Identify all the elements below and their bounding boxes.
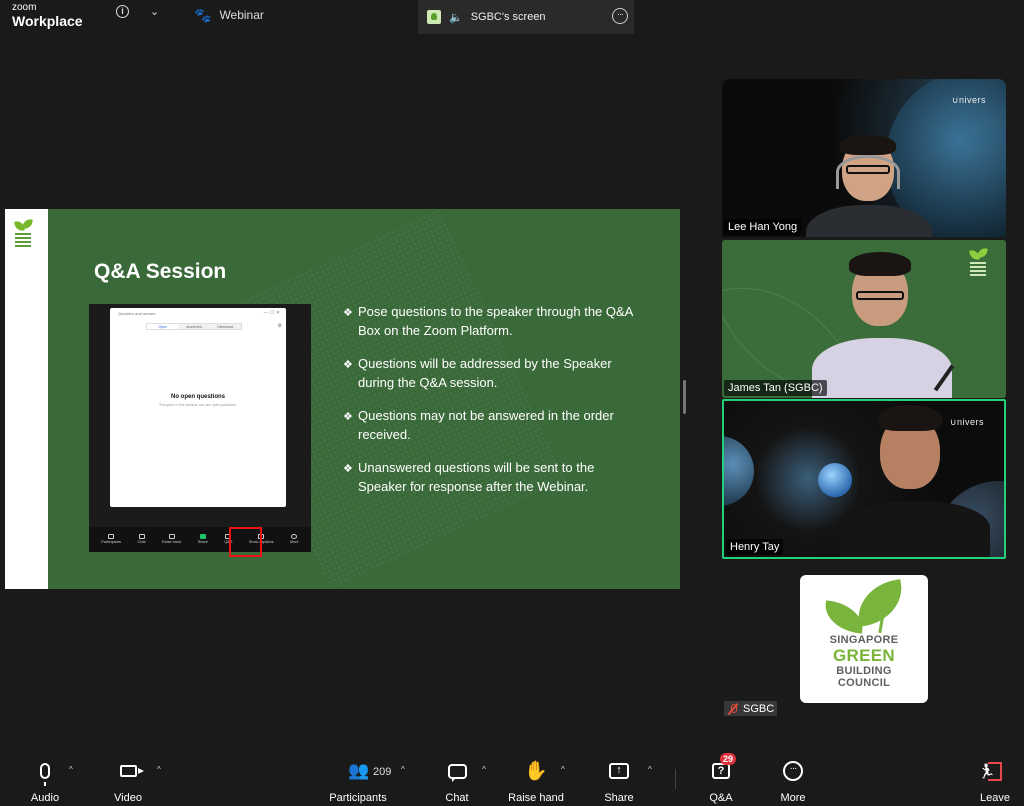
- participant-name: James Tan (SGBC): [724, 380, 827, 396]
- meeting-toolbar: Audio ^ Video ^ 👥 Participants 209 ^ Cha…: [0, 753, 1024, 806]
- participant-name: Lee Han Yong: [724, 219, 802, 235]
- qa-dialog: Question and answer — ☐ ✕ Open Answered …: [110, 308, 286, 507]
- window-controls: — ☐ ✕: [263, 310, 280, 316]
- chevron-down-icon[interactable]: ⌄: [150, 5, 159, 18]
- leave-door-icon: [988, 761, 1002, 781]
- raise-hand-icon: ✋: [524, 761, 548, 782]
- sgbc-corner-logo: [970, 248, 994, 278]
- share-button[interactable]: ↑ Share: [600, 759, 638, 804]
- slide-bullets: ❖ Pose questions to the speaker through t…: [343, 303, 643, 511]
- raise-hand-button[interactable]: ✋ Raise hand: [508, 759, 564, 804]
- embedded-participants: Participants: [101, 534, 121, 545]
- speaker-icon[interactable]: 🔈: [449, 11, 463, 24]
- audio-options-chevron-icon[interactable]: ^: [69, 765, 73, 774]
- leave-button[interactable]: Leave: [976, 759, 1014, 804]
- tab-webinar[interactable]: 🐾 Webinar: [194, 0, 264, 30]
- video-tile-lee-han-yong[interactable]: ∪nivers Lee Han Yong: [722, 79, 1006, 237]
- qa-count-badge: 29: [720, 753, 737, 765]
- sgbc-leaf-logo: [818, 579, 910, 634]
- audio-button[interactable]: Audio: [26, 759, 64, 804]
- embedded-more: More: [290, 534, 299, 545]
- chat-button[interactable]: Chat: [438, 759, 476, 804]
- slide-left-strip: [5, 209, 48, 589]
- video-options-chevron-icon[interactable]: ^: [157, 765, 161, 774]
- embedded-share: Share: [198, 534, 208, 545]
- embedded-toolbar: Participants Chat Raise hand Share Q&A S…: [89, 527, 311, 552]
- participant-video: [806, 135, 932, 237]
- sgbc-favicon-icon: [427, 10, 441, 24]
- participant-video: [812, 246, 952, 398]
- embedded-chat: Chat: [138, 534, 146, 545]
- participants-options-chevron-icon[interactable]: ^: [401, 765, 405, 774]
- muted-mic-icon: [727, 703, 739, 715]
- more-options-icon[interactable]: ···: [612, 8, 628, 24]
- share-options-chevron-icon[interactable]: ^: [648, 765, 652, 774]
- chat-options-chevron-icon[interactable]: ^: [482, 765, 486, 774]
- participant-name: Henry Tay: [726, 539, 784, 555]
- bullet-item: ❖ Unanswered questions will be sent to th…: [343, 460, 595, 494]
- qa-icon: ?: [712, 763, 730, 779]
- video-tile-henry-tay-active-speaker[interactable]: ∪nivers Henry Tay: [722, 399, 1006, 559]
- paw-icon: 🐾: [194, 6, 212, 23]
- video-button[interactable]: Video: [108, 759, 148, 804]
- gear-icon: ⚙: [277, 323, 282, 329]
- top-bar: zoom Workplace i ⌄ 🐾 Webinar 🔈 SGBC's sc…: [0, 0, 1024, 34]
- share-screen-icon: ↑: [609, 763, 629, 779]
- more-dots-icon: ···: [783, 761, 803, 781]
- toolbar-divider: [675, 769, 676, 789]
- embedded-zoom-screenshot: Question and answer — ☐ ✕ Open Answered …: [89, 304, 311, 557]
- sgbc-logo-tile[interactable]: SINGAPORE GREEN BUILDING COUNCIL: [800, 575, 928, 703]
- sgbc-name-tag: SGBC: [724, 701, 778, 716]
- chat-icon: [447, 763, 467, 782]
- info-icon[interactable]: i: [116, 5, 129, 18]
- bullet-item: ❖ Pose questions to the speaker through t…: [343, 304, 633, 338]
- participants-icon: 👥: [348, 761, 370, 780]
- shared-slide: Q&A Session Question and answer — ☐ ✕ Op…: [5, 209, 680, 589]
- bullet-item: ❖ Questions may not be answered in the or…: [343, 408, 614, 442]
- microphone-icon: [40, 763, 50, 786]
- qa-tabs: Open Answered Dismissed: [146, 323, 242, 330]
- more-button[interactable]: ··· More: [774, 759, 812, 804]
- qa-button[interactable]: ? 29 Q&A: [702, 753, 740, 804]
- participants-count: 209: [373, 766, 392, 778]
- video-tile-james-tan[interactable]: James Tan (SGBC): [722, 240, 1006, 398]
- slide-title: Q&A Session: [94, 260, 227, 283]
- embedded-raise-hand: Raise hand: [162, 534, 181, 545]
- univers-watermark: ∪nivers: [951, 95, 986, 105]
- bullet-item: ❖ Questions will be addressed by the Spea…: [343, 356, 612, 390]
- tab-shared-screen[interactable]: 🔈 SGBC's screen ···: [418, 0, 634, 34]
- zoom-logo: zoom Workplace: [12, 2, 83, 29]
- participant-video: [840, 401, 990, 557]
- panel-resize-handle[interactable]: [683, 380, 686, 414]
- camera-icon: [119, 765, 144, 777]
- reactions-chevron-icon[interactable]: ^: [561, 765, 565, 774]
- qa-highlight-box: [229, 527, 262, 557]
- sgbc-mini-logo: [15, 219, 37, 249]
